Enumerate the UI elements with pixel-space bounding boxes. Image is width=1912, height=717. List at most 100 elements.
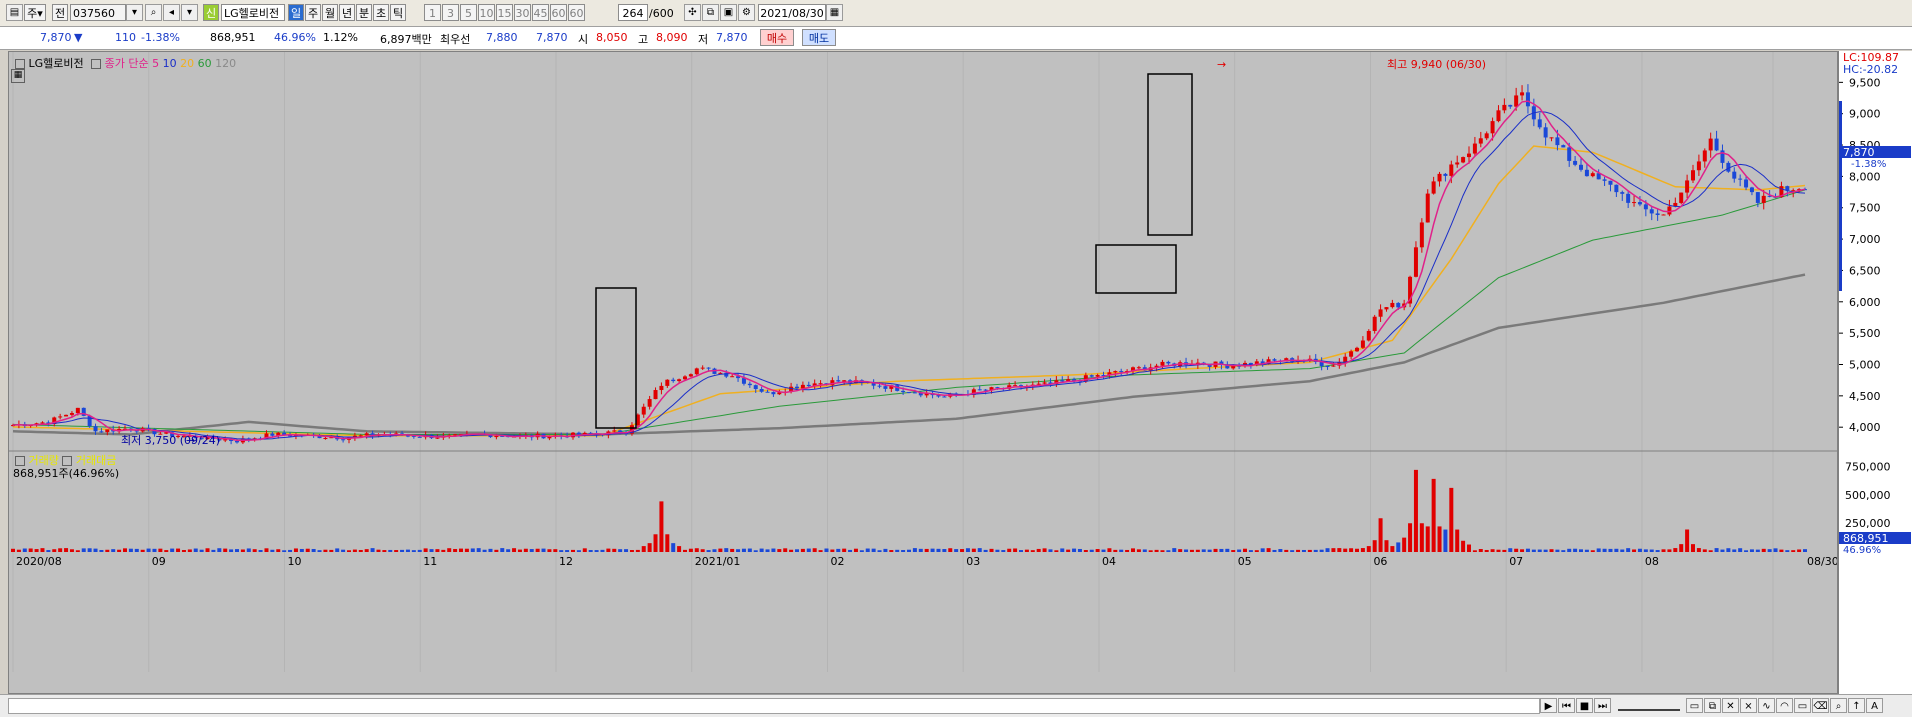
draw-tool-icon[interactable]: ✕ [1722,698,1739,713]
interval-button-8[interactable]: 60 [568,4,585,21]
volume-bar [1797,549,1802,552]
stop-icon[interactable]: ■ [1576,698,1593,713]
volume-bar [912,548,917,552]
search-icon[interactable]: ⌕ [145,4,162,21]
volume-bar [506,549,511,552]
interval-button-3[interactable]: 10 [478,4,495,21]
candle-body [1372,316,1377,331]
stock-name-field[interactable]: LG헬로비전 [221,4,285,21]
trend-icon[interactable]: ∿ [1758,698,1775,713]
buy-button[interactable]: 매수 [760,29,794,46]
play-icon[interactable]: ▶ [1540,698,1557,713]
code-input[interactable]: 037560 [70,4,126,21]
copy-icon[interactable]: ⧉ [1704,698,1721,713]
volume-bar [1714,548,1719,552]
eraser-icon[interactable]: ⌫ [1812,698,1829,713]
period-tab-3[interactable]: 년 [339,4,355,21]
layout-icon[interactable]: ▭ [1686,698,1703,713]
interval-button-6[interactable]: 45 [532,4,549,21]
volume-bar [1643,549,1648,552]
interval-button-1[interactable]: 3 [442,4,459,21]
period-tab-5[interactable]: 초 [373,4,389,21]
volume-bar [665,534,670,552]
interval-button-4[interactable]: 15 [496,4,513,21]
volume-bar [1437,526,1442,552]
chart-icon[interactable]: ▤ [6,4,23,21]
volume-bar [1791,550,1796,552]
volume-bar [1184,549,1189,552]
settings-icon[interactable]: ⚙ [738,4,755,21]
period-tab-0[interactable]: 일 [288,4,304,21]
sell-button[interactable]: 매도 [802,29,836,46]
price-chart[interactable]: →→ 2020/08 09 10 11 12 2021/01 02 03 04 05 06 07 08 0… [9,52,1837,693]
forward-icon[interactable]: ⏭ [1594,698,1611,713]
chart-area[interactable]: → → 2020/08 09 10 11 12 2021/01 02 03 04 05 06 07 08 0… [8,51,1838,694]
volume-bar [199,549,204,552]
volume-bar [11,548,15,552]
volume-bar [1266,548,1271,552]
speaker-icon[interactable]: ◂ [163,4,180,21]
chevron-down-icon[interactable]: ▾ [126,4,143,21]
current-volume-pct: 46.96% [1843,545,1881,556]
candle-body [1525,92,1530,107]
volume-bar [64,548,69,552]
zoom-icon[interactable]: ⌕ [1830,698,1847,713]
volume-tick-label: 750,000 [1845,461,1891,474]
price-axis[interactable]: 9,500 9,000 8,500 8,000 7,500 7,000 6,500 6,000… [1838,51,1912,694]
volume-bar [818,550,823,552]
date-input[interactable]: 2021/08/30 [758,4,826,21]
volume-bar [235,549,239,552]
nav-icon[interactable]: ▾ [181,4,198,21]
volume-bar [293,548,298,552]
volume-bar [930,548,935,552]
volume-bar [635,549,640,552]
period-tab-2[interactable]: 월 [322,4,338,21]
interval-button-7[interactable]: 60 [550,4,567,21]
highlight-box [595,287,637,429]
volume-bar [1602,548,1607,552]
save-icon[interactable]: ▣ [720,4,737,21]
y-tick-label: 4,500 [1849,390,1881,403]
volume-bar [830,549,835,552]
low-annotation: 최저 3,750 (09/24) [121,434,220,447]
volume-bar [394,550,399,552]
period-tab-6[interactable]: 틱 [390,4,406,21]
volume-bar [965,548,970,552]
rewind-icon[interactable]: ⏮ [1558,698,1575,713]
period-tab-1[interactable]: 주 [305,4,321,21]
interval-button-2[interactable]: 5 [460,4,477,21]
volume-bar [1567,548,1572,552]
volume-bar [1579,549,1583,552]
arrow-up-icon[interactable]: ↑ [1848,698,1865,713]
arc-icon[interactable]: ◠ [1776,698,1793,713]
volume-bar [1219,548,1224,552]
candle-body [1160,361,1165,366]
candle-body [75,407,80,414]
crosshair-icon[interactable]: ✣ [684,4,701,21]
period-unit-select[interactable]: 주▾ [24,4,46,21]
volume-bar [323,549,328,552]
new-badge: 신 [203,4,219,21]
rect-tool-icon[interactable]: ▭ [1794,698,1811,713]
volume-bar [765,549,770,552]
market-select[interactable]: 전 [52,4,68,21]
period-tab-4[interactable]: 분 [356,4,372,21]
text-tool-icon[interactable]: A [1866,698,1883,713]
interval-button-0[interactable]: 1 [424,4,441,21]
volume-bar [1337,548,1342,552]
candle-body [1614,184,1619,193]
horizontal-scrollbar[interactable] [8,698,1540,714]
zoom-slider[interactable] [1618,701,1680,711]
copy-icon[interactable]: ⧉ [702,4,719,21]
volume-bar [1195,549,1200,552]
count-input[interactable]: 264 [618,4,648,21]
calendar-icon[interactable]: ▦ [826,4,843,21]
volume-bar [1490,549,1495,552]
legend-ma5: 5 [152,57,160,70]
fibo-icon[interactable]: ⨯ [1740,698,1757,713]
interval-button-5[interactable]: 30 [514,4,531,21]
volume-bar [1013,548,1018,552]
grid-toggle-icon[interactable]: ▦ [11,69,25,83]
candle-body [683,376,687,380]
volume-bar [52,549,57,552]
